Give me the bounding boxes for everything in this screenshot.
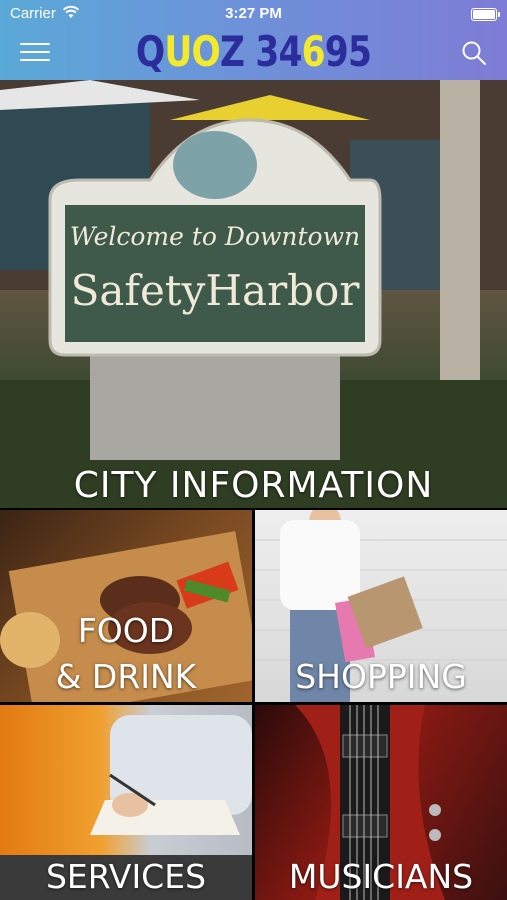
logo-char: U <box>164 27 192 76</box>
sign-welcome-text: Welcome to Downtown <box>70 222 360 251</box>
logo-char <box>244 27 255 76</box>
food-label-line2: & DRINK <box>55 657 197 696</box>
musicians-label: MUSICIANS <box>288 857 474 896</box>
city-information-label: CITY INFORMATION <box>73 465 434 506</box>
sign-town-text: SafetyHarbor <box>71 266 361 315</box>
logo-char: 5 <box>347 27 372 76</box>
services-label: SERVICES <box>45 857 207 896</box>
logo-text: QUOZ 34695 <box>135 27 372 76</box>
food-drink-tile[interactable]: FOOD & DRINK <box>0 510 252 702</box>
logo-char: Q <box>135 27 165 76</box>
downtown-sign-photo: Welcome to Downtown SafetyHarbor <box>0 80 507 508</box>
city-information-tile[interactable]: Welcome to Downtown SafetyHarbor CITY IN… <box>0 80 507 508</box>
services-tile[interactable]: SERVICES <box>0 705 252 900</box>
search-icon[interactable] <box>461 40 487 66</box>
shopping-tile[interactable]: SHOPPING <box>255 510 507 702</box>
battery-icon <box>471 8 500 21</box>
status-bar: Carrier 3:27 PM <box>0 0 507 28</box>
app-header: Carrier 3:27 PM QUOZ 34695 <box>0 0 507 80</box>
clock: 3:27 PM <box>225 5 282 22</box>
shopping-label: SHOPPING <box>295 657 467 696</box>
musicians-tile[interactable]: MUSICIANS <box>255 705 507 900</box>
food-drink-label: FOOD & DRINK <box>0 608 252 700</box>
logo-char: 4 <box>278 27 302 76</box>
app-logo: QUOZ 34695 <box>46 26 462 78</box>
logo-char: O <box>191 27 221 76</box>
logo-char: 6 <box>301 27 326 76</box>
logo-char: 3 <box>255 27 279 76</box>
logo-char: 9 <box>324 27 349 76</box>
logo-char: Z <box>219 27 245 76</box>
food-label-line1: FOOD <box>77 611 175 650</box>
